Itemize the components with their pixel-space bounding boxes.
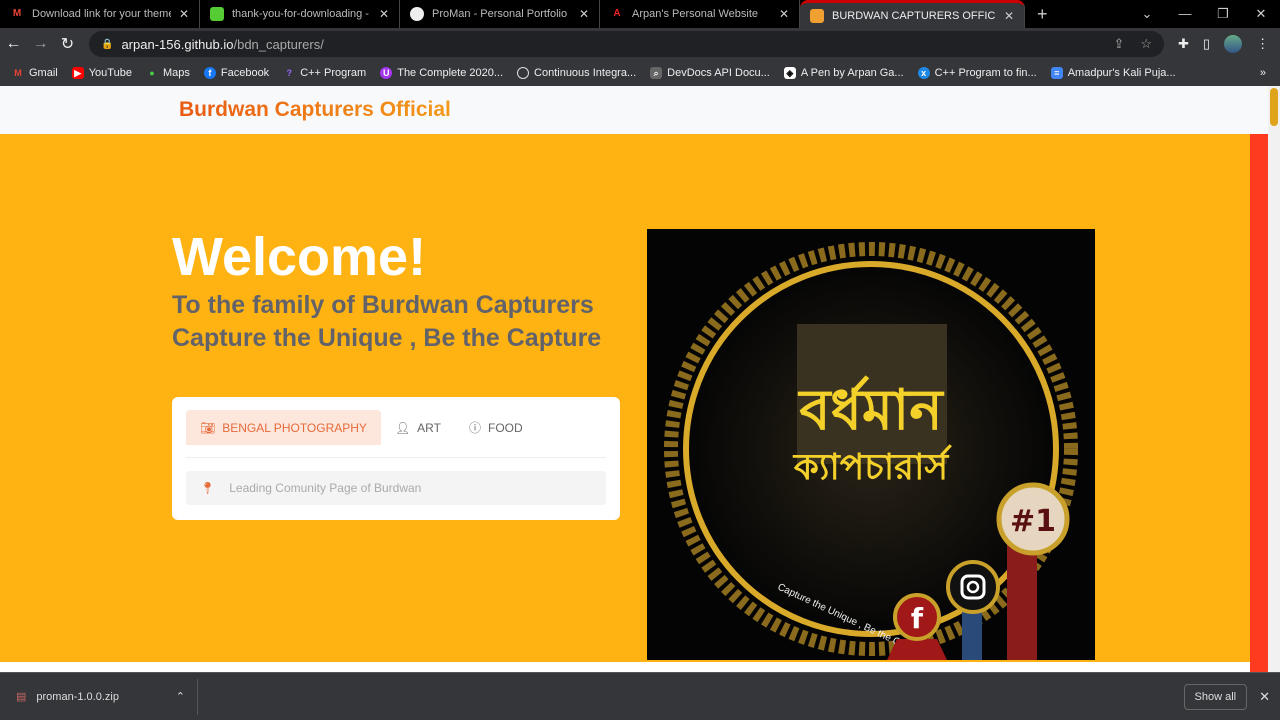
download-shelf: ▤ proman-1.0.0.zip ⌃ Show all ✕ xyxy=(0,672,1280,720)
menu-icon[interactable]: ⋮ xyxy=(1256,36,1269,52)
codepen-icon: ◈ xyxy=(783,67,796,79)
close-tab-icon[interactable]: ✕ xyxy=(179,7,189,21)
gmail-icon: M xyxy=(12,8,22,19)
show-all-button[interactable]: Show all xyxy=(1183,683,1248,710)
map-pin-icon: 📍︎ xyxy=(200,481,216,495)
subheading: To the family of Burdwan Capturers xyxy=(172,291,594,319)
browser-toolbar: ← → ↻ 🔒 arpan-156.github.io/bdn_capturer… xyxy=(0,28,1280,60)
close-tab-icon[interactable]: ✕ xyxy=(379,7,389,21)
location-search-input[interactable]: 📍︎ Leading Comunity Page of Burdwan xyxy=(186,471,606,505)
udemy-icon: U xyxy=(380,67,393,79)
devdocs-icon: ⌕ xyxy=(650,67,663,79)
address-bar[interactable]: 🔒 arpan-156.github.io/bdn_capturers/ ⇪ ☆ xyxy=(89,31,1164,57)
bookmark[interactable]: ▶ YouTube xyxy=(71,67,132,79)
browser-tab[interactable]: A Arpan's Personal Website ✕ xyxy=(600,0,800,28)
facebook-icon: f xyxy=(203,67,216,79)
tab-food[interactable]: ⓘ FOOD xyxy=(455,410,537,445)
hero-section: Welcome! To the family of Burdwan Captur… xyxy=(0,134,1250,662)
site-brand[interactable]: Burdwan Capturers Official xyxy=(179,98,451,122)
facebook-logo-icon: f xyxy=(911,602,924,635)
globe-icon xyxy=(410,7,424,21)
question-icon: ? xyxy=(286,68,292,78)
bus-icon xyxy=(810,8,824,23)
maximize-button[interactable]: ❐ xyxy=(1204,6,1242,22)
close-tab-icon[interactable]: ✕ xyxy=(779,7,789,21)
chevron-up-icon[interactable]: ⌃ xyxy=(176,690,185,703)
back-button[interactable]: ← xyxy=(0,35,27,53)
profile-avatar[interactable] xyxy=(1224,35,1243,53)
bookmark[interactable]: ● Maps xyxy=(146,67,190,79)
browser-tab[interactable]: M Download link for your theme is ✕ xyxy=(0,0,200,28)
share-icon[interactable]: ⇪ xyxy=(1113,36,1124,52)
bookmark[interactable]: ? C++ Program xyxy=(283,67,366,79)
extensions-icon[interactable]: ✚ xyxy=(1178,36,1189,52)
welcome-heading: Welcome! xyxy=(172,227,427,287)
browser-tab[interactable]: ProMan - Personal Portfolio HTM✕ xyxy=(400,0,600,28)
bookmarks-bar: M Gmail ▶ YouTube ● Maps f Facebook ? C++ Pro… xyxy=(0,60,1280,86)
web-page: Burdwan Capturers Official Welcome! To t… xyxy=(0,86,1268,672)
rank-badge: #1 xyxy=(1010,504,1056,539)
bookmark[interactable]: x C++ Program to fin... xyxy=(917,67,1037,79)
tagline: Capture the Unique , Be the Capture xyxy=(172,324,602,352)
gmail-icon: M xyxy=(14,68,22,78)
bookmark[interactable]: U The Complete 2020... xyxy=(380,67,503,79)
info-icon: ⓘ xyxy=(468,421,481,435)
site-header: Burdwan Capturers Official xyxy=(0,86,1268,134)
camera-icon: 📷︎ xyxy=(200,420,216,435)
bookmark[interactable]: M Gmail xyxy=(12,67,57,79)
youtube-icon: ▶ xyxy=(71,67,84,79)
docs-icon: ≡ xyxy=(1050,67,1063,79)
close-window-button[interactable]: ✕ xyxy=(1242,6,1280,22)
maps-icon: ● xyxy=(149,68,155,78)
zip-file-icon: ▤ xyxy=(16,691,27,703)
program-icon: x xyxy=(917,67,930,79)
download-item[interactable]: ▤ proman-1.0.0.zip ⌃ xyxy=(16,678,198,715)
page-scrollbar[interactable] xyxy=(1268,86,1280,672)
close-shelf-icon[interactable]: ✕ xyxy=(1259,689,1270,705)
user-icon: 👤︎ xyxy=(394,420,411,435)
scrollbar-thumb[interactable] xyxy=(1270,88,1278,126)
close-tab-icon[interactable]: ✕ xyxy=(579,7,589,21)
star-icon[interactable]: ☆ xyxy=(1140,36,1152,52)
side-accent-bar xyxy=(1250,134,1268,672)
browser-tab-active[interactable]: BURDWAN CAPTURERS OFFICIAL ✕ xyxy=(800,0,1025,28)
horse-icon xyxy=(210,7,224,21)
close-tab-icon[interactable]: ✕ xyxy=(1004,9,1014,23)
burdwan-capturers-logo-image: বর্ধমান ক্যাপচারার্স Capture the Unique … xyxy=(647,229,1095,660)
reload-button[interactable]: ↻ xyxy=(54,34,81,54)
minimize-button[interactable]: — xyxy=(1166,6,1204,22)
tab-strip: M Download link for your theme is ✕ thank-… xyxy=(0,0,1280,28)
tab-art[interactable]: 👤︎ ART xyxy=(381,410,455,445)
bookmark[interactable]: f Facebook xyxy=(203,67,269,79)
tab-search-icon[interactable]: ⌄ xyxy=(1128,6,1166,22)
bookmark[interactable]: ◈ A Pen by Arpan Ga... xyxy=(783,67,904,79)
forward-button[interactable]: → xyxy=(27,35,54,53)
sidepanel-icon[interactable]: ▯ xyxy=(1203,36,1210,52)
bookmark[interactable]: Continuous Integra... xyxy=(517,67,636,79)
bookmark[interactable]: ≡ Amadpur's Kali Puja... xyxy=(1050,67,1176,79)
more-bookmarks-icon[interactable]: » xyxy=(1260,67,1266,79)
browser-tab[interactable]: thank-you-for-downloading - Th ✕ xyxy=(200,0,400,28)
tab-bengal-photography[interactable]: 📷︎ BENGAL PHOTOGRAPHY xyxy=(186,410,381,445)
ci-icon xyxy=(517,67,530,79)
bookmark[interactable]: ⌕ DevDocs API Docu... xyxy=(650,67,770,79)
new-tab-button[interactable]: + xyxy=(1037,4,1048,25)
lock-icon: 🔒 xyxy=(101,38,114,50)
svg-text:বর্ধমান: বর্ধমান xyxy=(797,374,945,443)
svg-text:ক্যাপচারার্স: ক্যাপচারার্স xyxy=(792,444,953,488)
a-logo-icon: A xyxy=(613,8,621,19)
category-card: 📷︎ BENGAL PHOTOGRAPHY 👤︎ ART ⓘ FOOD 📍︎ Lead… xyxy=(172,397,620,520)
